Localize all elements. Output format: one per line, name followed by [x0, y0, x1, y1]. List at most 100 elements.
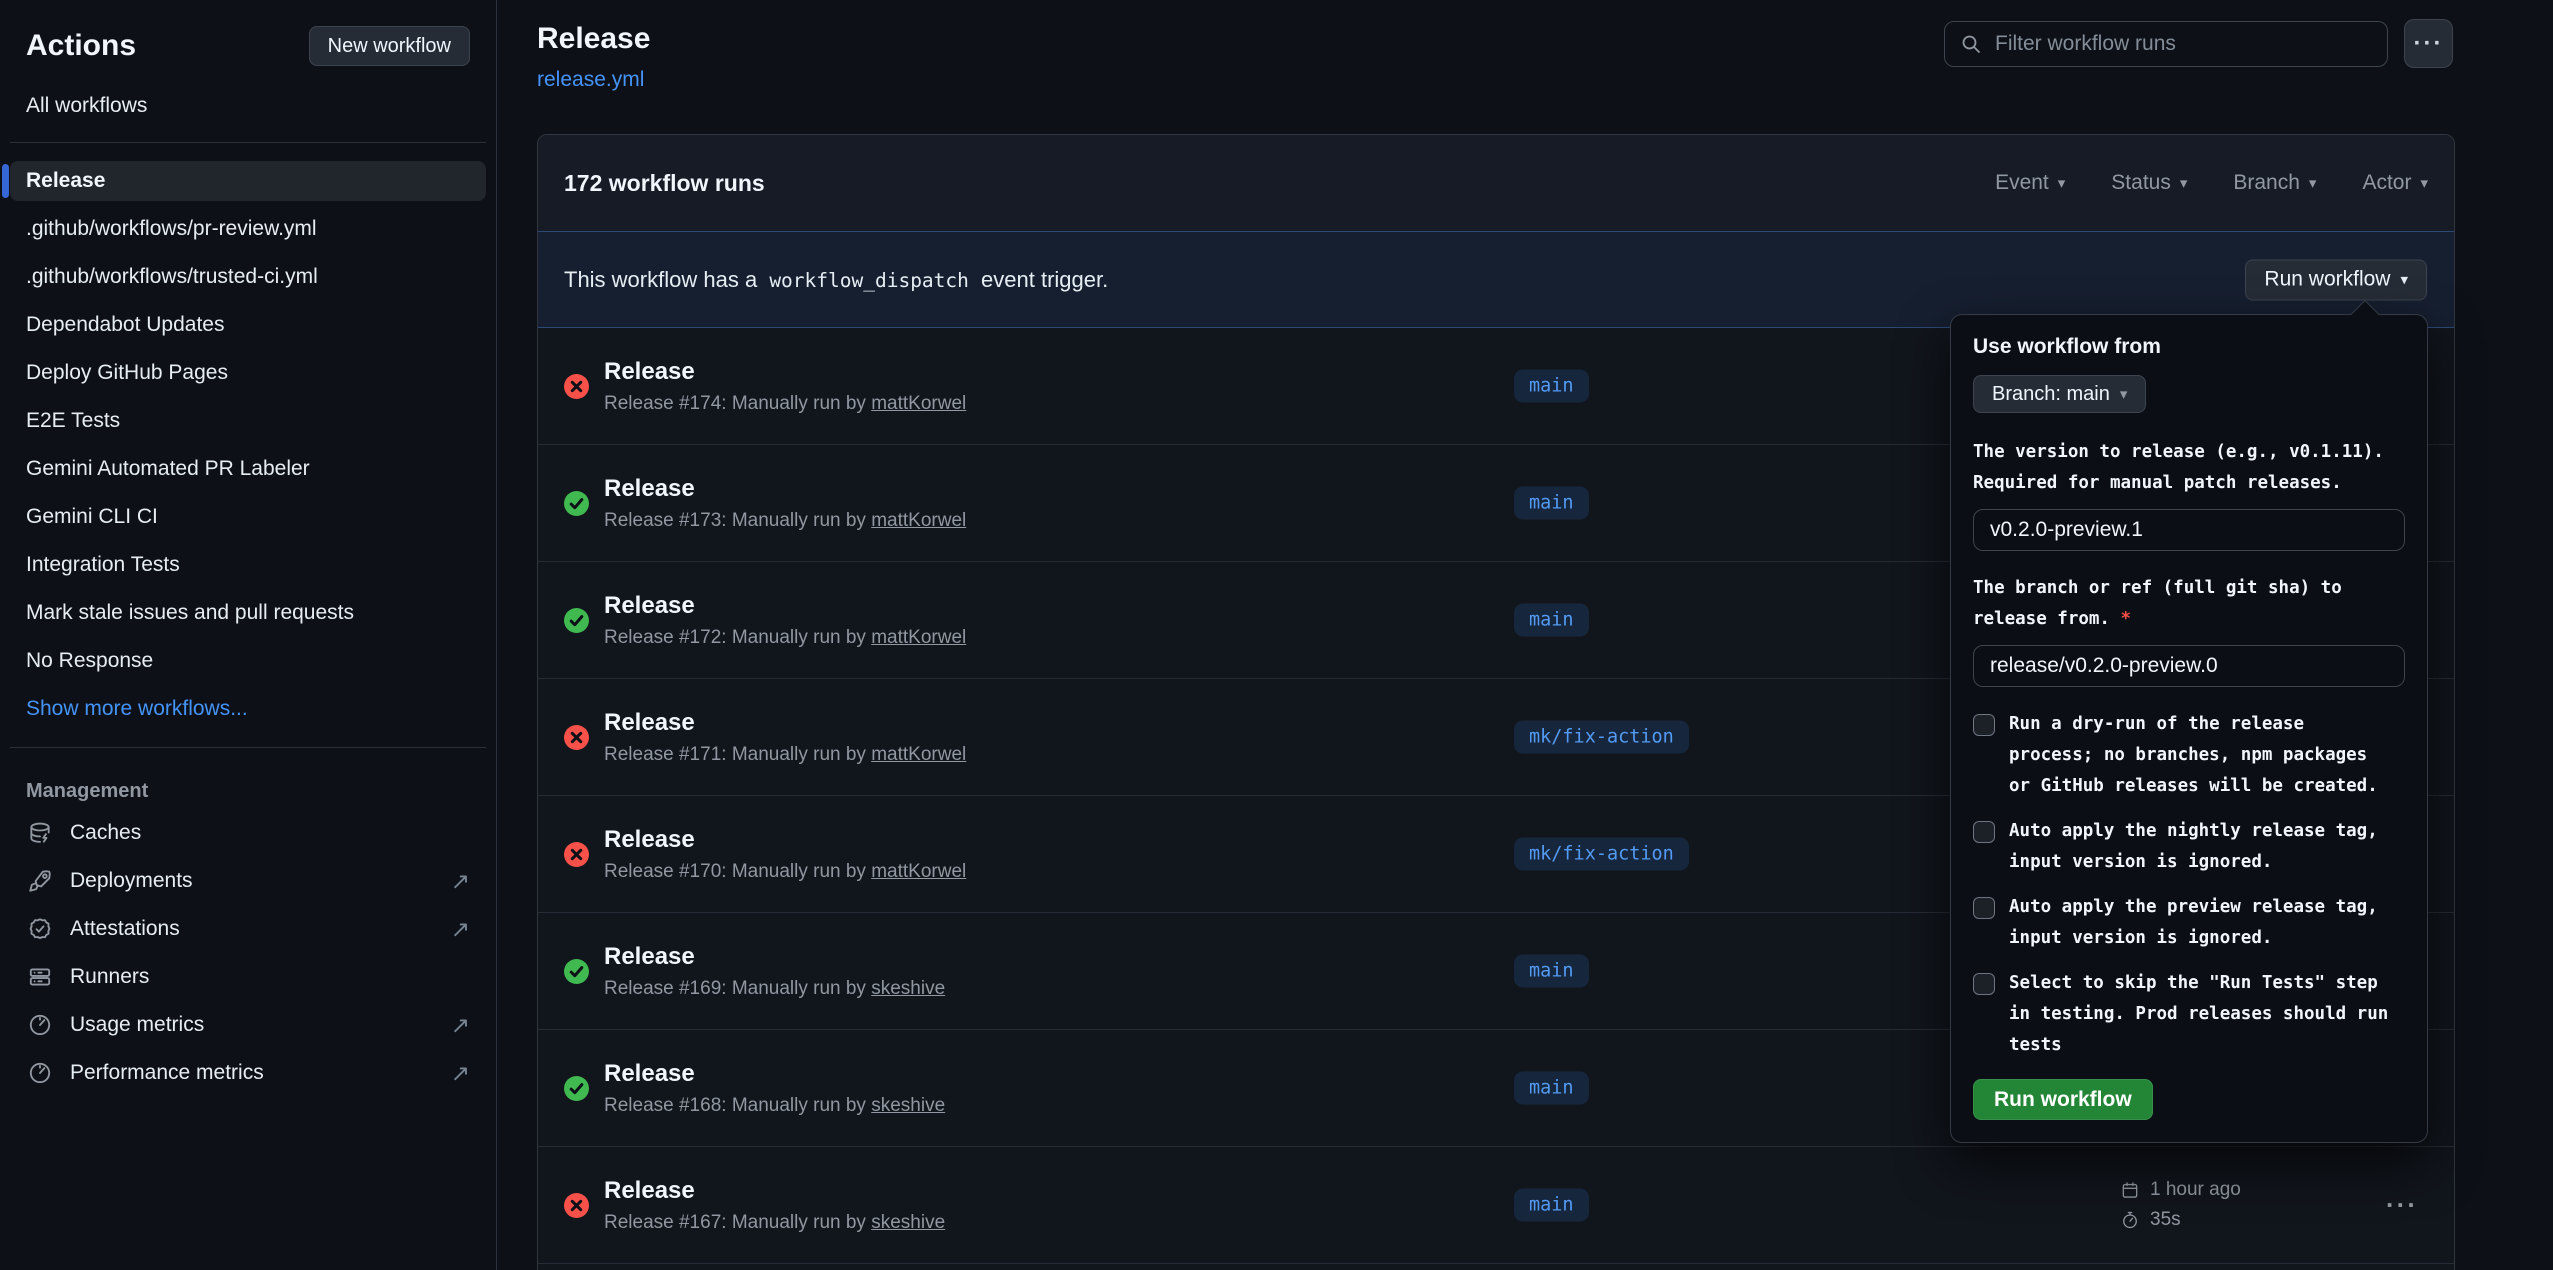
- nightly-tag-checkbox[interactable]: [1973, 821, 1995, 843]
- run-actor-link[interactable]: skeshive: [871, 978, 945, 999]
- skip-tests-checkbox-row: Select to skip the "Run Tests" step in t…: [1973, 968, 2405, 1061]
- filter-branch[interactable]: Branch▾: [2233, 171, 2316, 195]
- page-title: Release: [537, 22, 650, 56]
- branch-badge[interactable]: mk/fix-action: [1514, 721, 1689, 754]
- run-actor-link[interactable]: skeshive: [871, 1212, 945, 1233]
- rocket-icon: [26, 867, 54, 895]
- filter-status[interactable]: Status▾: [2111, 171, 2187, 195]
- run-overflow-menu-button[interactable]: ···: [2386, 1190, 2418, 1221]
- run-title-link[interactable]: Release: [604, 592, 966, 620]
- verified-icon: [26, 915, 54, 943]
- run-title-link[interactable]: Release: [604, 943, 945, 971]
- dry-run-checkbox[interactable]: [1973, 714, 1995, 736]
- selected-accent-bar: [2, 164, 9, 198]
- run-duration: 35s: [2120, 1209, 2241, 1231]
- sidebar-item-usage-metrics[interactable]: Usage metrics ↗: [0, 1001, 496, 1049]
- sidebar-item-attestations[interactable]: Attestations ↗: [0, 905, 496, 953]
- sidebar-divider: [10, 142, 486, 143]
- run-title-link[interactable]: Release: [604, 826, 966, 854]
- external-link-icon: ↗: [451, 1060, 470, 1087]
- runs-filters: Event▾ Status▾ Branch▾ Actor▾: [1995, 171, 2428, 195]
- workflow-overflow-menu-button[interactable]: ···: [2404, 19, 2453, 68]
- external-link-icon: ↗: [451, 868, 470, 895]
- workflow-file-link[interactable]: release.yml: [537, 68, 644, 92]
- server-icon: [26, 963, 54, 991]
- run-actor-link[interactable]: mattKorwel: [871, 861, 966, 882]
- branch-badge[interactable]: mk/fix-action: [1514, 838, 1689, 871]
- sidebar-item-trusted-ci[interactable]: .github/workflows/trusted-ci.yml: [0, 253, 496, 301]
- run-status-icon: [564, 608, 589, 633]
- filter-workflow-runs-input[interactable]: [1995, 32, 2373, 56]
- sidebar-item-pr-review[interactable]: .github/workflows/pr-review.yml: [0, 205, 496, 253]
- sidebar-item-dependabot-updates[interactable]: Dependabot Updates: [0, 301, 496, 349]
- dialog-heading: Use workflow from: [1973, 335, 2405, 359]
- run-actor-link[interactable]: mattKorwel: [871, 744, 966, 765]
- run-title-link[interactable]: Release: [604, 475, 966, 503]
- filter-workflow-runs-box: [1944, 21, 2388, 67]
- sidebar-item-deployments[interactable]: Deployments ↗: [0, 857, 496, 905]
- sidebar-title: Actions: [26, 29, 136, 63]
- sidebar-item-deploy-github-pages[interactable]: Deploy GitHub Pages: [0, 349, 496, 397]
- preview-tag-checkbox[interactable]: [1973, 897, 1995, 919]
- run-title-link[interactable]: Release: [604, 1060, 945, 1088]
- run-actor-link[interactable]: mattKorwel: [871, 393, 966, 414]
- run-title-link[interactable]: Release: [604, 709, 966, 737]
- search-icon: [1959, 32, 1983, 56]
- run-title-link[interactable]: Release: [604, 1177, 945, 1205]
- cache-icon: [26, 819, 54, 847]
- sidebar-item-no-response[interactable]: No Response: [0, 637, 496, 685]
- workflow-nav: Release .github/workflows/pr-review.yml …: [0, 157, 496, 733]
- sidebar-item-mark-stale[interactable]: Mark stale issues and pull requests: [0, 589, 496, 637]
- filter-actor[interactable]: Actor▾: [2362, 171, 2428, 195]
- run-actor-link[interactable]: mattKorwel: [871, 510, 966, 531]
- show-more-workflows-link[interactable]: Show more workflows...: [0, 685, 496, 733]
- branch-badge[interactable]: main: [1514, 1189, 1589, 1222]
- branch-badge[interactable]: main: [1514, 604, 1589, 637]
- run-status-icon: [564, 959, 589, 984]
- run-description: Release #171: Manually run by mattKorwel: [604, 744, 966, 766]
- version-input[interactable]: [1973, 509, 2405, 551]
- run-status-icon: [564, 374, 589, 399]
- chevron-down-icon: ▾: [2420, 174, 2428, 192]
- skip-tests-checkbox[interactable]: [1973, 973, 1995, 995]
- sidebar-item-e2e-tests[interactable]: E2E Tests: [0, 397, 496, 445]
- external-link-icon: ↗: [451, 1012, 470, 1039]
- branch-badge[interactable]: main: [1514, 1072, 1589, 1105]
- required-asterisk: *: [2121, 609, 2132, 629]
- sidebar-item-runners[interactable]: Runners: [0, 953, 496, 1001]
- sidebar-item-caches[interactable]: Caches: [0, 809, 496, 857]
- run-title-link[interactable]: Release: [604, 358, 966, 386]
- runs-count: 172 workflow runs: [564, 170, 765, 197]
- run-actor-link[interactable]: skeshive: [871, 1095, 945, 1116]
- branch-badge[interactable]: main: [1514, 955, 1589, 988]
- ref-input[interactable]: [1973, 645, 2405, 687]
- branch-badge[interactable]: main: [1514, 370, 1589, 403]
- filter-event[interactable]: Event▾: [1995, 171, 2065, 195]
- workflow-run-row[interactable]: Release Release #167: Manually run by sk…: [538, 1147, 2454, 1264]
- sidebar-item-gemini-cli-ci[interactable]: Gemini CLI CI: [0, 493, 496, 541]
- branch-badge[interactable]: main: [1514, 487, 1589, 520]
- sidebar-item-integration-tests[interactable]: Integration Tests: [0, 541, 496, 589]
- workflow-dispatch-code: workflow_dispatch: [763, 269, 975, 292]
- sidebar-item-gemini-pr-labeler[interactable]: Gemini Automated PR Labeler: [0, 445, 496, 493]
- sidebar-item-performance-metrics[interactable]: Performance metrics ↗: [0, 1049, 496, 1097]
- management-section-label: Management: [0, 762, 496, 809]
- run-workflow-submit-button[interactable]: Run workflow: [1973, 1079, 2153, 1120]
- run-time: 1 hour ago: [2120, 1179, 2241, 1201]
- chevron-down-icon: ▾: [2180, 174, 2188, 192]
- sidebar-item-all-workflows[interactable]: All workflows: [0, 84, 496, 128]
- sidebar-divider: [10, 747, 486, 748]
- run-description: Release #173: Manually run by mattKorwel: [604, 510, 966, 532]
- branch-selector-button[interactable]: Branch: main ▾: [1973, 375, 2146, 413]
- meter-icon: [26, 1011, 54, 1039]
- sidebar-item-release[interactable]: Release: [0, 157, 496, 205]
- run-description: Release #170: Manually run by mattKorwel: [604, 861, 966, 883]
- version-field-description: The version to release (e.g., v0.1.11). …: [1973, 437, 2405, 499]
- new-workflow-button[interactable]: New workflow: [309, 26, 470, 66]
- run-workflow-dropdown-button[interactable]: Run workflow ▾: [2245, 259, 2427, 300]
- ref-field-description: The branch or ref (full git sha) to rele…: [1973, 573, 2405, 635]
- run-actor-link[interactable]: mattKorwel: [871, 627, 966, 648]
- run-status-icon: [564, 491, 589, 516]
- run-description: Release #168: Manually run by skeshive: [604, 1095, 945, 1117]
- run-status-icon: [564, 1076, 589, 1101]
